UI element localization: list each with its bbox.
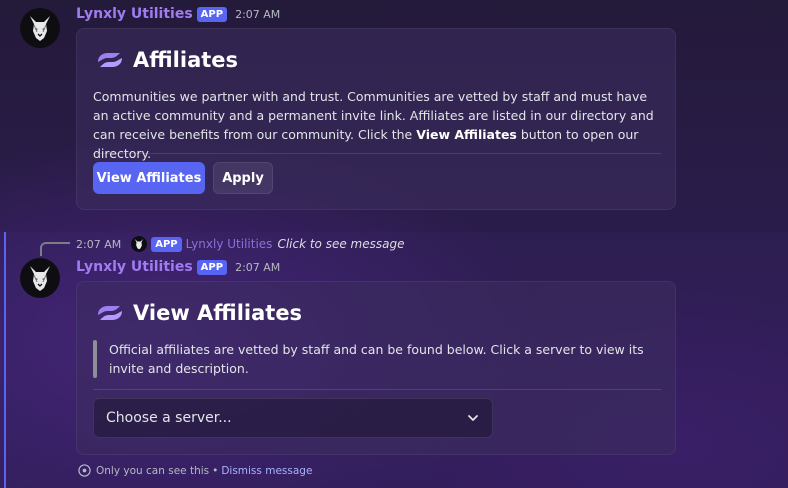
desc-bold: View Affiliates <box>416 127 517 142</box>
view-affiliates-button[interactable]: View Affiliates <box>93 162 205 194</box>
embed-title-text: View Affiliates <box>133 301 303 325</box>
divider <box>93 389 661 390</box>
reply-connector <box>40 242 70 256</box>
dismiss-message-link[interactable]: Dismiss message <box>221 465 312 477</box>
reply-avatar <box>131 236 148 252</box>
avatar[interactable] <box>20 8 60 48</box>
reply-author[interactable]: Lynxly Utilities <box>186 237 273 251</box>
embed: View Affiliates Official affiliates are … <box>76 281 676 455</box>
lynx-logo-icon <box>30 266 50 291</box>
app-tag: APP <box>196 6 228 22</box>
reply-text[interactable]: Click to see message <box>277 237 404 251</box>
lynx-logo-icon <box>30 16 50 41</box>
embed-description: Official affiliates are vetted by staff … <box>109 342 644 376</box>
message-header: Lynxly Utilities APP 2:07 AM <box>76 6 280 22</box>
author-name[interactable]: Lynxly Utilities <box>76 6 193 22</box>
apply-button[interactable]: Apply <box>213 162 273 194</box>
reply-app-tag: APP <box>151 236 182 252</box>
chevron-down-icon <box>468 415 478 421</box>
select-placeholder: Choose a server... <box>106 410 232 426</box>
reply-preview[interactable]: 2:07 AM APP Lynxly Utilities Click to se… <box>76 236 404 252</box>
divider <box>93 153 661 154</box>
blockquote-bar <box>93 340 97 378</box>
timestamp: 2:07 AM <box>235 7 281 21</box>
avatar[interactable] <box>20 258 60 298</box>
server-select[interactable]: Choose a server... <box>93 398 493 438</box>
ephemeral-bar <box>4 232 6 488</box>
affiliate-logo-icon <box>98 306 122 320</box>
reply-time: 2:07 AM <box>76 237 122 251</box>
lynx-logo-icon <box>135 239 144 250</box>
timestamp: 2:07 AM <box>235 260 281 274</box>
app-tag: APP <box>196 259 228 275</box>
embed: Affiliates Communities we partner with a… <box>76 28 676 210</box>
author-name[interactable]: Lynxly Utilities <box>76 259 193 275</box>
eye-icon <box>78 464 91 477</box>
separator: • <box>212 464 219 477</box>
ephemeral-text: Only you can see this <box>96 464 210 477</box>
message-header: Lynxly Utilities APP 2:07 AM <box>76 259 280 275</box>
embed-title-text: Affiliates <box>133 48 239 72</box>
affiliate-logo-icon <box>98 53 122 67</box>
embed-description: Communities we partner with and trust. C… <box>93 87 663 163</box>
embed-title: Affiliates <box>95 48 238 72</box>
ephemeral-notice: Only you can see this • Dismiss message <box>78 464 312 477</box>
embed-title: View Affiliates <box>95 301 302 325</box>
